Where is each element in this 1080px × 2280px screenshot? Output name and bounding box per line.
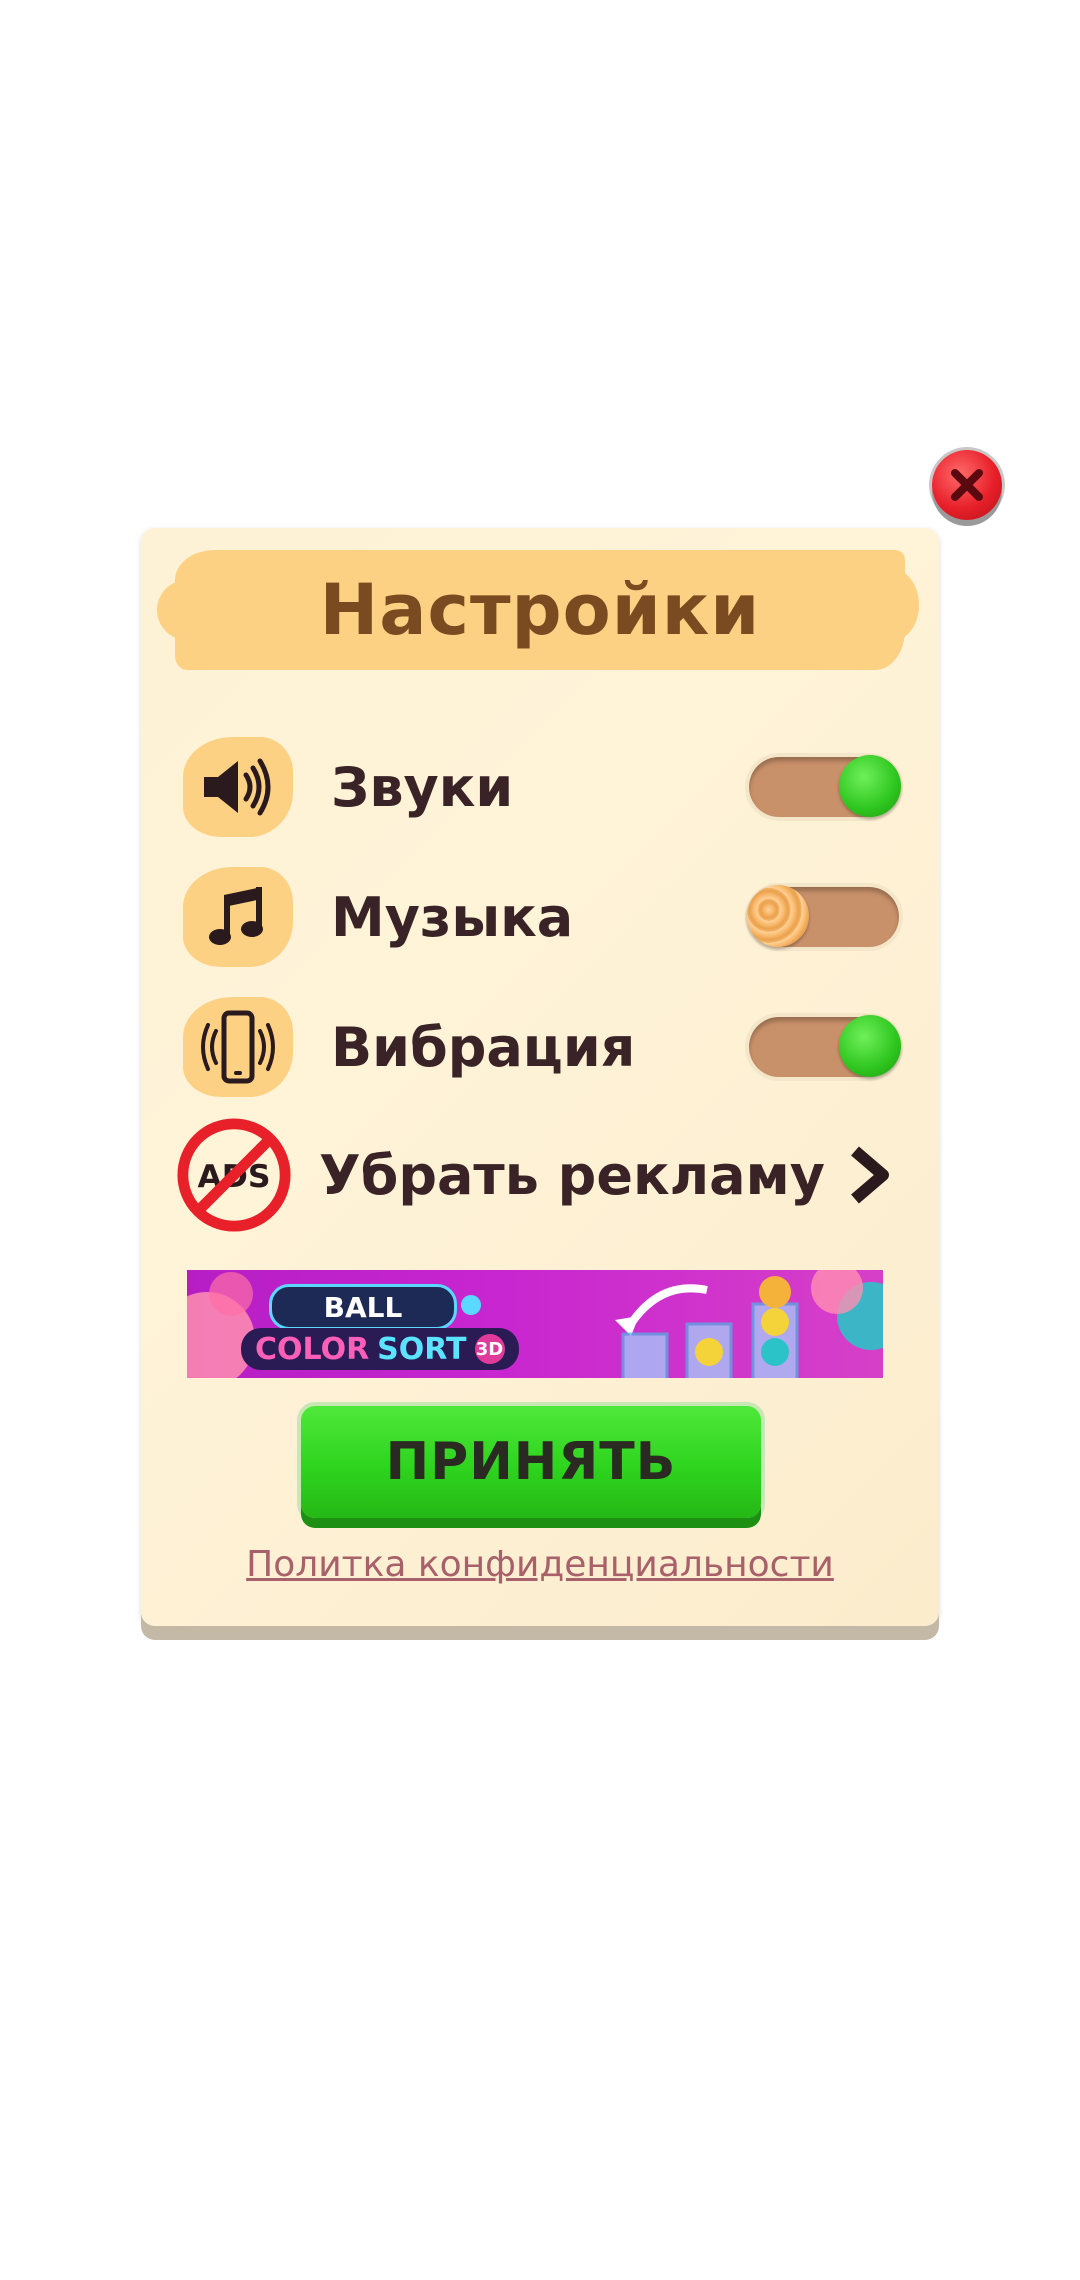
toggle-knob: [839, 1015, 901, 1077]
settings-row-label: Звуки: [331, 755, 514, 819]
close-button[interactable]: [932, 450, 1002, 520]
banner-sort-text: SORT: [377, 1331, 467, 1367]
settings-row-sound: Звуки: [183, 732, 901, 842]
dialog-title: Настройки: [319, 569, 761, 651]
phone-vibration-icon-bg: [183, 997, 293, 1097]
settings-row-label: Музыка: [331, 885, 574, 949]
sound-toggle[interactable]: [749, 755, 901, 817]
banner-color-text: COLOR: [255, 1331, 370, 1367]
toggle-knob: [839, 755, 901, 817]
phone-vibration-icon: [201, 1010, 275, 1084]
banner-ball-text: BALL: [323, 1290, 403, 1324]
no-ads-icon: ADS: [177, 1118, 291, 1232]
toggle-knob: [747, 885, 809, 947]
banner-title-top: BALL: [269, 1284, 457, 1330]
settings-panel: Настройки Звуки Музыка Вибрация Убрать р…: [141, 528, 939, 1626]
settings-row-vibration: Вибрация: [183, 992, 901, 1102]
close-icon: [951, 469, 983, 501]
speaker-icon-bg: [183, 737, 293, 837]
title-banner: Настройки: [157, 550, 919, 670]
remove-ads-label: Убрать рекламу: [319, 1143, 825, 1207]
speaker-icon: [204, 758, 271, 816]
banner-title-bottom: COLOR SORT 3D: [241, 1328, 519, 1370]
remove-ads-row[interactable]: ADS Убрать рекламу: [177, 1118, 899, 1232]
privacy-policy-link[interactable]: Политка конфиденциальности: [141, 1544, 939, 1585]
accept-button[interactable]: ПРИНЯТЬ: [301, 1406, 761, 1518]
settings-row-music: Музыка: [183, 862, 899, 972]
music-note-icon: [209, 887, 263, 945]
chevron-right-icon: [851, 1146, 889, 1204]
settings-row-label: Вибрация: [331, 1015, 636, 1079]
banner-3d-badge: 3D: [474, 1334, 505, 1364]
music-toggle[interactable]: [747, 885, 899, 947]
music-note-icon-bg: [183, 867, 293, 967]
ad-banner[interactable]: BALL COLOR SORT 3D: [187, 1270, 883, 1378]
accept-button-label: ПРИНЯТЬ: [385, 1432, 677, 1492]
vibration-toggle[interactable]: [749, 1015, 901, 1077]
